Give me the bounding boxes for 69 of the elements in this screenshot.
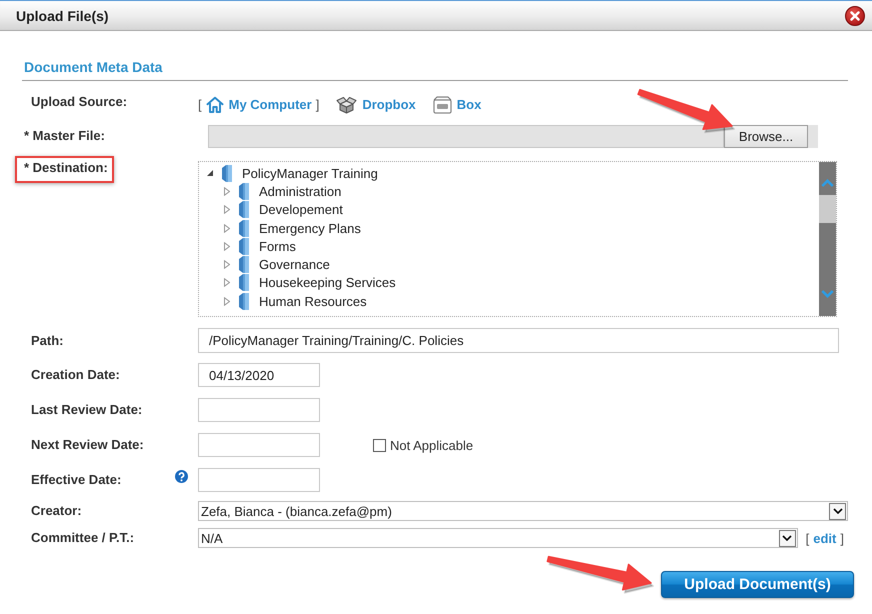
field-label: Next Review Date: (30, 437, 144, 453)
folder-icon (239, 256, 249, 274)
folder-icon (239, 238, 249, 255)
field-label: Creation Date: (30, 367, 120, 383)
bracket: ] (840, 530, 844, 546)
tree-item[interactable]: Human Resources (199, 292, 819, 310)
triangle-right-icon[interactable] (224, 186, 230, 196)
dropdown-button[interactable] (778, 530, 796, 546)
triangle-right-icon[interactable] (224, 260, 230, 270)
tree-item[interactable]: Administration (199, 182, 819, 201)
bracket: [ (806, 530, 810, 546)
triangle-down-icon[interactable] (207, 170, 213, 176)
dropdown[interactable]: Zefa, Bianca - (bianca.zefa@pm) (198, 501, 848, 521)
tile-icon (432, 96, 452, 114)
box-icon (336, 96, 358, 114)
folder-icon (239, 274, 249, 292)
source-link[interactable]: My Computer (206, 96, 312, 113)
field-label: * Master File: (23, 128, 105, 144)
tree-item[interactable]: Developement (199, 200, 819, 219)
tree-item[interactable]: Housekeeping Services (199, 274, 819, 292)
field-label: Upload Source: (30, 94, 128, 110)
folder-icon (239, 220, 249, 237)
folder-icon (239, 292, 249, 310)
tree-item[interactable]: PolicyManager Training (199, 164, 819, 182)
triangle-right-icon[interactable] (224, 296, 230, 306)
scrollbar-thumb[interactable] (819, 195, 836, 223)
browse-button[interactable]: Browse... (724, 124, 808, 148)
text-field[interactable]: /PolicyManager Training/Training/C. Policies (198, 328, 839, 353)
date-field[interactable]: 04/13/2020 (198, 363, 320, 387)
tree-item[interactable]: Governance (199, 255, 819, 274)
field-label: Last Review Date: (30, 402, 142, 418)
chevron-down-icon[interactable] (821, 290, 834, 298)
date-field[interactable] (198, 398, 320, 422)
folder-icon (222, 164, 232, 182)
source-link[interactable]: Box (432, 96, 482, 114)
upload-button[interactable]: Upload Document(s) (661, 571, 854, 598)
date-field[interactable] (198, 468, 320, 492)
chevron-down-icon (832, 508, 842, 514)
checkbox-label[interactable]: Not Applicable (390, 438, 474, 452)
field-label: Path: (30, 332, 64, 348)
date-field[interactable] (198, 433, 320, 457)
field-label: Committee / P.T.: (30, 530, 134, 546)
dropdown[interactable]: N/A (198, 528, 798, 548)
folder-icon (239, 182, 249, 200)
tree-item[interactable]: Emergency Plans (199, 218, 819, 238)
chevron-up-icon[interactable] (821, 179, 834, 187)
bracket: [ (198, 97, 202, 112)
window-title: Upload File(s) (16, 8, 109, 24)
bracket: ] (316, 97, 320, 112)
triangle-right-icon[interactable] (224, 205, 230, 214)
triangle-right-icon[interactable] (224, 242, 230, 251)
triangle-right-icon[interactable] (224, 224, 230, 233)
help-icon[interactable] (175, 470, 188, 483)
section-heading: Document Meta Data (22, 59, 848, 81)
field-label: Creator: (30, 503, 82, 519)
close-icon (850, 10, 860, 20)
tree-item[interactable]: Forms (199, 237, 819, 256)
dropdown-button[interactable] (829, 502, 846, 520)
field-label: * Destination: (15, 156, 114, 183)
edit-link[interactable]: edit (813, 530, 836, 546)
checkbox[interactable] (373, 438, 386, 452)
source-link[interactable]: Dropbox (336, 96, 416, 114)
folder-icon (239, 201, 249, 218)
field-label: Effective Date: (30, 472, 122, 488)
triangle-right-icon[interactable] (224, 278, 230, 288)
home-icon (206, 96, 224, 113)
close-button[interactable] (845, 6, 865, 26)
chevron-down-icon (782, 535, 792, 541)
file-path-field[interactable] (208, 124, 724, 148)
